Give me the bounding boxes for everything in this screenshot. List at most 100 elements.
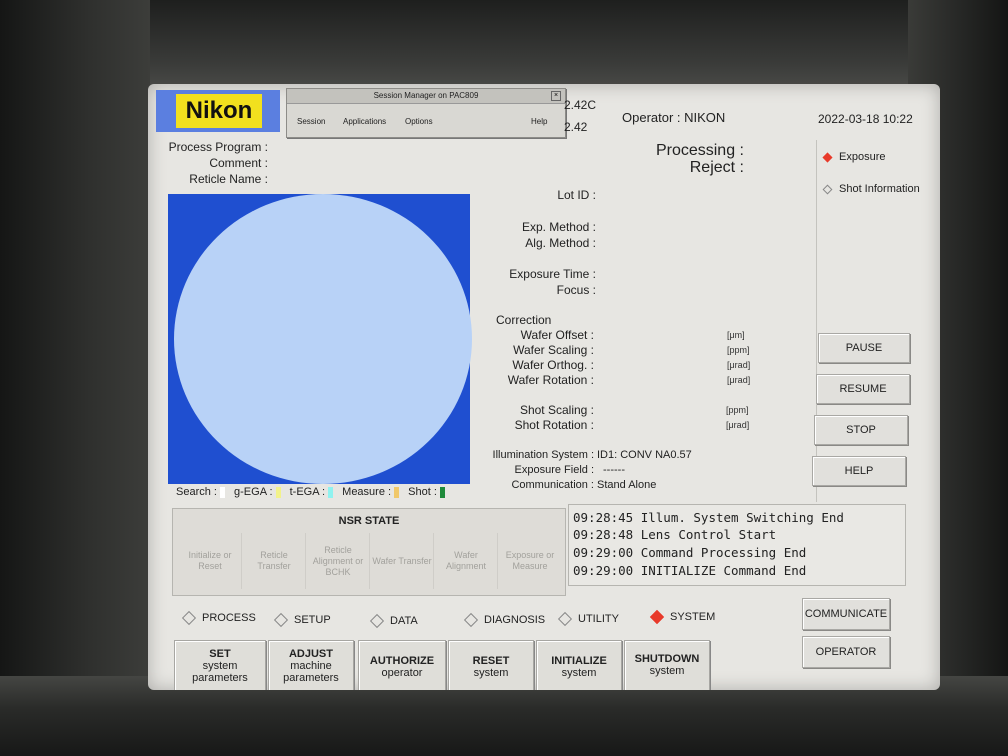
shutdown-button-sub: system bbox=[649, 665, 685, 677]
set-button-sub: system parameters bbox=[192, 660, 248, 684]
view-option-exposure[interactable]: Exposure bbox=[822, 151, 885, 163]
authorize-button-title: AUTHORIZE bbox=[369, 655, 435, 667]
authorize-operator-button[interactable]: AUTHORIZE operator bbox=[358, 640, 446, 690]
nsr-state-title: NSR STATE bbox=[338, 515, 400, 527]
shot-rotation-label: Shot Rotation : bbox=[514, 418, 594, 432]
adjust-button-sub: machine parameters bbox=[283, 660, 339, 684]
initialize-system-button[interactable]: INITIALIZE system bbox=[536, 640, 622, 690]
reset-system-button[interactable]: RESET system bbox=[448, 640, 534, 690]
mode-setup-label: SETUP bbox=[294, 614, 331, 626]
pause-button[interactable]: PAUSE bbox=[818, 333, 910, 363]
exp-method-label: Exp. Method : bbox=[521, 220, 596, 234]
mode-utility[interactable]: UTILITY bbox=[557, 612, 619, 627]
exposure-radio-icon[interactable] bbox=[822, 152, 833, 163]
shutdown-button-title: SHUTDOWN bbox=[634, 653, 700, 665]
reticle-name-label: Reticle Name : bbox=[189, 172, 268, 186]
wafer-legend: Search : g-EGA : t-EGA : Measure : Shot … bbox=[176, 486, 451, 498]
legend-search-swatch bbox=[219, 486, 225, 498]
system-radio-icon[interactable] bbox=[649, 610, 665, 625]
legend-measure: Measure : bbox=[342, 486, 392, 498]
adjust-machine-parameters-button[interactable]: ADJUST machine parameters bbox=[268, 640, 354, 690]
view-option-shot-information[interactable]: Shot Information bbox=[822, 183, 920, 195]
exposure-field-label: Exposure Field : bbox=[514, 464, 594, 476]
exposure-time-label: Exposure Time : bbox=[509, 267, 596, 281]
mode-process-label: PROCESS bbox=[202, 612, 256, 624]
exposure-field-value: ------ bbox=[603, 464, 625, 476]
data-radio-icon[interactable] bbox=[369, 614, 385, 629]
reset-button-title: RESET bbox=[472, 655, 510, 667]
mode-diagnosis[interactable]: DIAGNOSIS bbox=[463, 613, 546, 628]
operator-button[interactable]: OPERATOR bbox=[802, 636, 890, 668]
communicate-button[interactable]: COMMUNICATE bbox=[802, 598, 890, 630]
help-button[interactable]: HELP bbox=[812, 456, 906, 486]
nikon-logo: Nikon bbox=[156, 90, 280, 132]
utility-radio-icon[interactable] bbox=[557, 612, 573, 627]
authorize-button-sub: operator bbox=[381, 667, 423, 679]
log-line: 09:28:48 Lens Control Start bbox=[573, 527, 777, 542]
processing-label: Processing : bbox=[655, 142, 744, 159]
wafer-rotation-label: Wafer Rotation : bbox=[507, 373, 594, 387]
datetime: 2022-03-18 10:22 bbox=[818, 112, 913, 126]
nsr-step-wafer-alignment: Wafer Alignment bbox=[435, 533, 498, 589]
session-manager-window[interactable]: Session Manager on PAC809 × Session Appl… bbox=[286, 88, 566, 138]
nsr-step-reticle-transfer: Reticle Transfer bbox=[243, 533, 306, 589]
wafer-orthog-label: Wafer Orthog. : bbox=[512, 358, 594, 372]
shutdown-system-button[interactable]: SHUTDOWN system bbox=[624, 640, 710, 690]
menu-help[interactable]: Help bbox=[531, 117, 547, 126]
header-value-bottom: 2.42 bbox=[564, 120, 588, 134]
mode-data-label: DATA bbox=[390, 615, 418, 627]
menu-options[interactable]: Options bbox=[405, 117, 433, 126]
communication-value: Stand Alone bbox=[597, 479, 657, 491]
mode-data[interactable]: DATA bbox=[369, 614, 418, 629]
shot-information-radio-icon[interactable] bbox=[822, 184, 833, 195]
illumination-system-label: Illumination System : bbox=[492, 449, 594, 461]
focus-label: Focus : bbox=[556, 283, 596, 297]
wafer-scaling-label: Wafer Scaling : bbox=[513, 343, 594, 357]
log-line: 09:29:00 Command Processing End bbox=[573, 545, 807, 560]
operator-label: Operator : NIKON bbox=[622, 110, 726, 125]
resume-button[interactable]: RESUME bbox=[816, 374, 910, 404]
initialize-button-title: INITIALIZE bbox=[551, 655, 607, 667]
header-value-top: 2.42C bbox=[564, 98, 597, 112]
process-radio-icon[interactable] bbox=[181, 611, 197, 626]
process-program-label: Process Program : bbox=[168, 140, 268, 154]
mode-utility-label: UTILITY bbox=[578, 613, 619, 625]
mode-diagnosis-label: DIAGNOSIS bbox=[484, 614, 546, 626]
mode-system[interactable]: SYSTEM bbox=[649, 610, 716, 625]
message-log[interactable]: 09:28:45 Illum. System Switching End 09:… bbox=[568, 504, 906, 586]
correction-label: Correction bbox=[496, 313, 552, 327]
wafer-orthog-unit: [μrad] bbox=[727, 360, 751, 370]
menu-session[interactable]: Session bbox=[297, 117, 325, 126]
window-close-icon[interactable]: × bbox=[551, 91, 561, 101]
nsr-step-initialize: Initialize or Reset bbox=[179, 533, 242, 589]
mode-setup[interactable]: SETUP bbox=[273, 613, 331, 628]
reset-button-sub: system bbox=[473, 667, 509, 679]
reject-label: Reject : bbox=[689, 159, 744, 176]
nsr-step-wafer-transfer: Wafer Transfer bbox=[371, 533, 434, 589]
stop-button[interactable]: STOP bbox=[814, 415, 908, 445]
communication-label: Communication : bbox=[511, 479, 594, 491]
set-button-title: SET bbox=[209, 648, 231, 660]
screen: Nikon Session Manager on PAC809 × Sessio… bbox=[148, 84, 940, 690]
mode-process[interactable]: PROCESS bbox=[181, 611, 256, 626]
wafer-offset-unit: [μm] bbox=[727, 330, 745, 340]
legend-t-ega: t-EGA : bbox=[289, 486, 326, 498]
diagnosis-radio-icon[interactable] bbox=[463, 613, 479, 628]
nsr-step-reticle-alignment: Reticle Alignment or BCHK bbox=[307, 533, 370, 589]
lot-id-label: Lot ID : bbox=[557, 188, 596, 202]
setup-radio-icon[interactable] bbox=[273, 613, 289, 628]
legend-g-ega-swatch bbox=[275, 486, 281, 498]
wafer-rotation-unit: [μrad] bbox=[727, 375, 751, 385]
shot-scaling-label: Shot Scaling : bbox=[519, 403, 594, 417]
legend-search: Search : bbox=[176, 486, 217, 498]
monitor-bezel-top bbox=[0, 0, 1008, 90]
set-system-parameters-button[interactable]: SET system parameters bbox=[174, 640, 266, 690]
wafer-scaling-unit: [ppm] bbox=[727, 345, 750, 355]
log-line: 09:29:00 INITIALIZE Command End bbox=[573, 563, 807, 578]
wafer-offset-label: Wafer Offset : bbox=[520, 328, 594, 342]
menu-applications[interactable]: Applications bbox=[343, 117, 386, 126]
wafer-circle bbox=[174, 194, 472, 484]
legend-g-ega: g-EGA : bbox=[234, 486, 273, 498]
mode-system-label: SYSTEM bbox=[670, 611, 716, 623]
log-line: 09:28:45 Illum. System Switching End bbox=[573, 510, 844, 525]
